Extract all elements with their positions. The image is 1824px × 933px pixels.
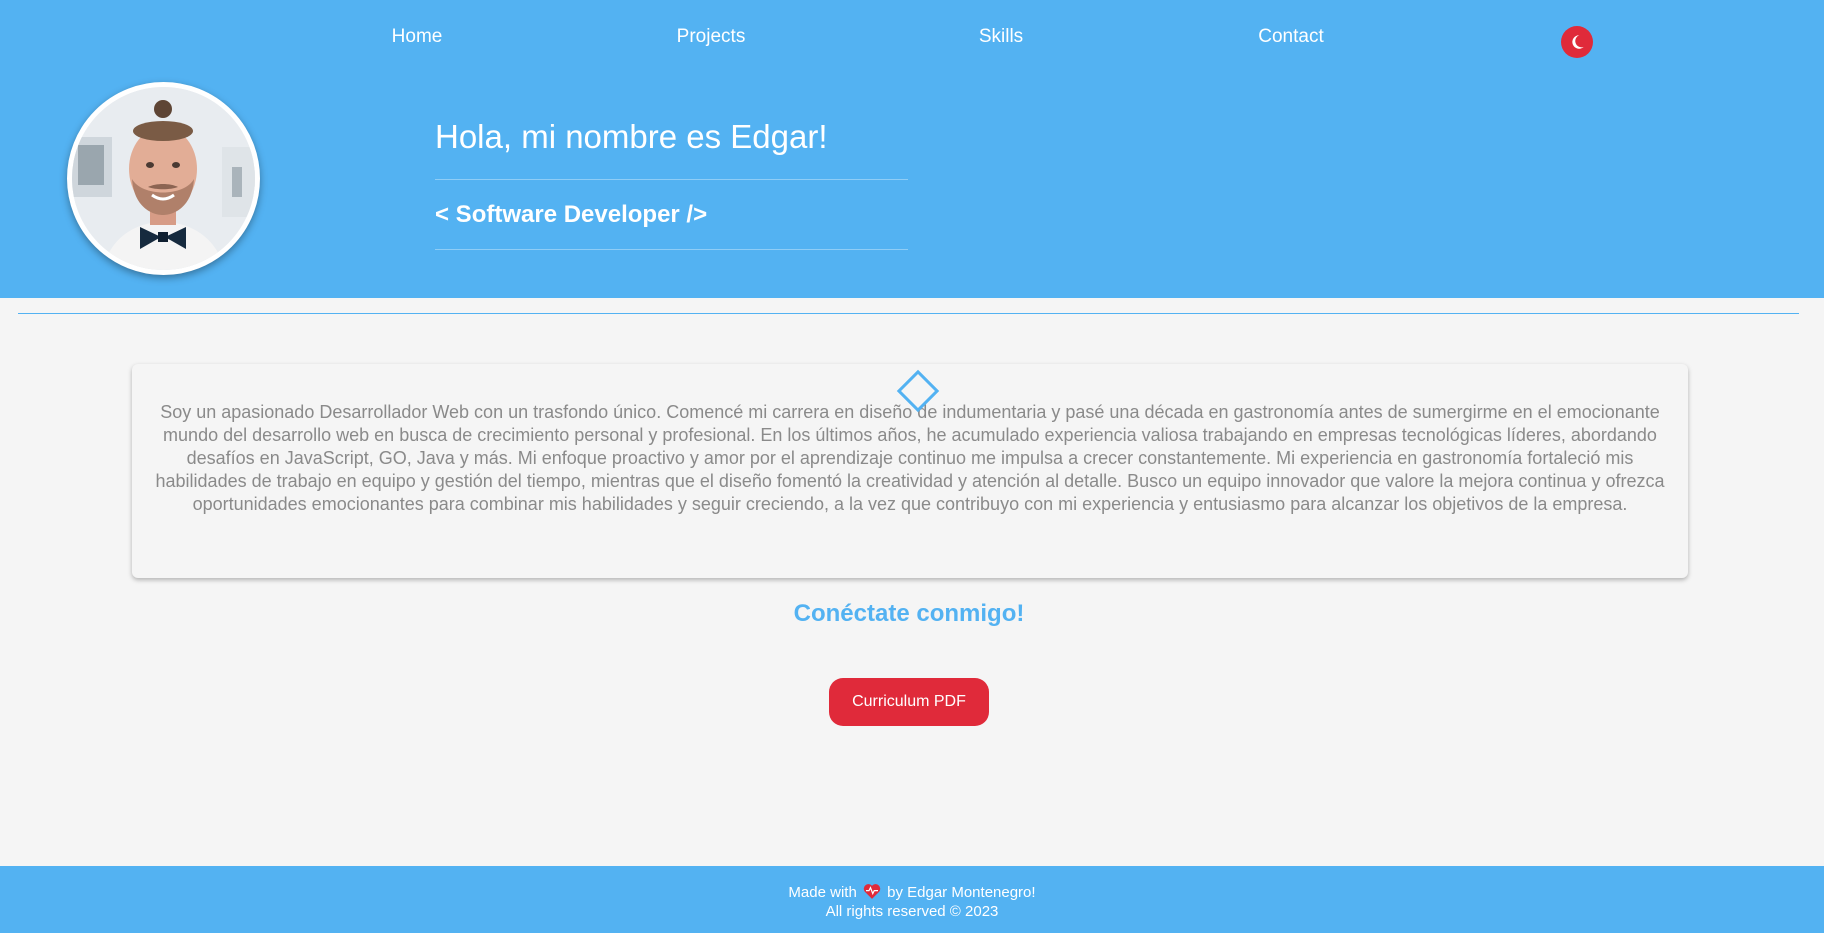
theme-toggle-button[interactable]	[1561, 26, 1593, 58]
heart-icon	[863, 884, 881, 899]
hero-subtitle: < Software Developer />	[435, 201, 708, 228]
nav-projects-link[interactable]: Projects	[677, 26, 746, 48]
section-divider	[18, 313, 1799, 314]
footer-credit: Made with by Edgar Montenegro!	[0, 883, 1824, 902]
navbar: Home Projects Skills Contact	[0, 0, 1824, 75]
footer-made-with: Made with	[788, 884, 857, 901]
nav-contact-link[interactable]: Contact	[1258, 26, 1323, 48]
hero-divider-bottom	[435, 249, 908, 250]
curriculum-pdf-button[interactable]: Curriculum PDF	[829, 678, 989, 726]
about-text: Soy un apasionado Desarrollador Web con …	[155, 402, 1665, 514]
footer-author: by Edgar Montenegro!	[887, 884, 1036, 901]
nav-skills-link[interactable]: Skills	[979, 26, 1023, 48]
profile-photo	[72, 87, 255, 270]
footer: Made with by Edgar Montenegro! All right…	[0, 866, 1824, 933]
profile-avatar	[67, 82, 260, 275]
header: Home Projects Skills Contact Hola, mi no…	[0, 0, 1824, 298]
nav-home-link[interactable]: Home	[392, 26, 443, 48]
moon-icon	[1572, 35, 1584, 49]
footer-rights: All rights reserved © 2023	[825, 903, 999, 920]
connect-heading: Conéctate conmigo!	[793, 600, 1025, 627]
hero-title: Hola, mi nombre es Edgar!	[435, 118, 828, 155]
hero-divider-top	[435, 179, 908, 180]
